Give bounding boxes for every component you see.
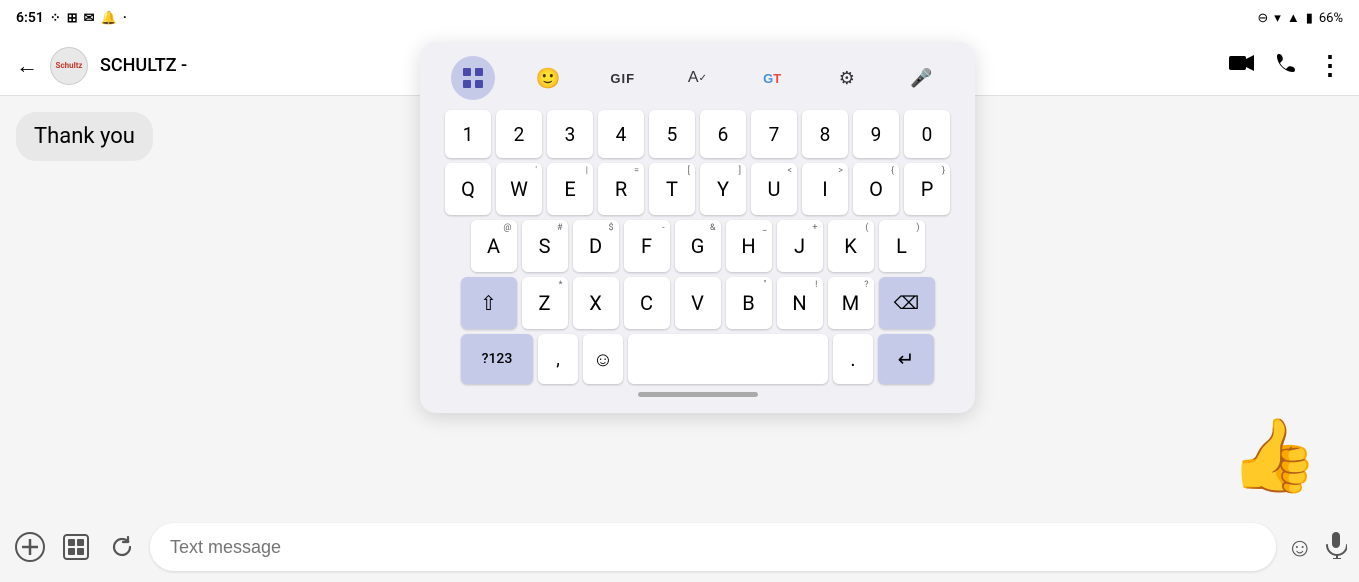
- keyboard-tool-settings[interactable]: ⚙: [825, 56, 869, 100]
- key-P[interactable]: P}: [904, 163, 950, 215]
- message-input[interactable]: [150, 523, 1276, 571]
- voice-input-button[interactable]: [1325, 531, 1347, 563]
- key-Q[interactable]: Q: [445, 163, 491, 215]
- key-A[interactable]: A@: [471, 220, 517, 272]
- message-bubble-received: Thank you: [16, 112, 153, 161]
- add-attachment-button[interactable]: [12, 529, 48, 565]
- keyboard-tool-gif[interactable]: GIF: [601, 56, 645, 100]
- key-H[interactable]: H_: [726, 220, 772, 272]
- key-9[interactable]: 9: [853, 110, 899, 158]
- key-Z[interactable]: Z*: [522, 277, 568, 329]
- key-1[interactable]: 1: [445, 110, 491, 158]
- key-2[interactable]: 2: [496, 110, 542, 158]
- key-emoji[interactable]: ☺: [583, 334, 623, 384]
- key-M[interactable]: M?: [828, 277, 874, 329]
- emoji-picker-button[interactable]: ☺: [1286, 532, 1313, 563]
- key-period[interactable]: .: [833, 334, 873, 384]
- keyboard-tool-translate[interactable]: GT: [750, 56, 794, 100]
- contact-name: SCHULTZ -: [100, 55, 187, 76]
- contact-avatar: Schultz: [50, 47, 88, 85]
- key-U[interactable]: U<: [751, 163, 797, 215]
- keyboard-qwerty-row: Q W' E| R= T[ Y] U< I> O{ P}: [428, 163, 967, 215]
- key-7[interactable]: 7: [751, 110, 797, 158]
- dot-icon: ·: [123, 10, 127, 26]
- key-D[interactable]: D$: [573, 220, 619, 272]
- dnd-icon: ⊖: [1257, 11, 1268, 26]
- thumbs-up-emoji: 👍: [1229, 420, 1319, 492]
- keyboard-tool-sticker[interactable]: 🙂: [526, 56, 570, 100]
- keyboard-toolbar: 🙂 GIF A✓ GT ⚙ 🎤: [428, 52, 967, 110]
- key-5[interactable]: 5: [649, 110, 695, 158]
- key-F[interactable]: F-: [624, 220, 670, 272]
- key-O[interactable]: O{: [853, 163, 899, 215]
- wifi-icon: ▾: [1274, 11, 1281, 26]
- refresh-button[interactable]: [104, 529, 140, 565]
- phone-call-button[interactable]: [1275, 52, 1297, 79]
- key-G[interactable]: G&: [675, 220, 721, 272]
- key-3[interactable]: 3: [547, 110, 593, 158]
- status-time: 6:51 ⁘ ⊞ ✉ 🔔 ·: [16, 10, 127, 26]
- keyboard-tool-mic[interactable]: 🎤: [900, 56, 944, 100]
- keyboard-overlay: 🙂 GIF A✓ GT ⚙ 🎤 1 2 3 4 5 6 7 8 9 0 Q W'…: [420, 42, 975, 413]
- keyboard-tool-spell[interactable]: A✓: [675, 56, 719, 100]
- key-I[interactable]: I>: [802, 163, 848, 215]
- keyboard-asdf-row: A@ S# D$ F- G& H_ J+ K( L): [428, 220, 967, 272]
- key-Y[interactable]: Y]: [700, 163, 746, 215]
- input-right-icons: ☺: [1286, 531, 1347, 563]
- battery-percent: 66%: [1319, 11, 1343, 26]
- keyboard-handle: [428, 392, 967, 397]
- input-bar: ☺: [0, 512, 1359, 582]
- keyboard-bottom-row: ?123 , ☺ . ↵: [428, 334, 967, 384]
- more-options-button[interactable]: ⋮: [1317, 51, 1343, 81]
- key-enter[interactable]: ↵: [878, 334, 934, 384]
- keyboard-zxcv-row: ⇧ Z* X C V B" N! M? ⌫: [428, 277, 967, 329]
- key-T[interactable]: T[: [649, 163, 695, 215]
- keyboard-tool-emoji-grid[interactable]: [451, 56, 495, 100]
- back-button[interactable]: ←: [16, 53, 38, 79]
- key-L[interactable]: L): [879, 220, 925, 272]
- key-space[interactable]: [628, 334, 828, 384]
- status-icons: ⊖ ▾ ▲ ▮ 66%: [1257, 10, 1343, 26]
- key-symbols[interactable]: ?123: [461, 334, 533, 384]
- msg-icon: ✉: [84, 11, 95, 26]
- signal-icon: ⁘: [50, 11, 61, 26]
- app-bar-actions: ⋮: [1229, 51, 1343, 81]
- key-R[interactable]: R=: [598, 163, 644, 215]
- key-V[interactable]: V: [675, 277, 721, 329]
- video-call-button[interactable]: [1229, 53, 1255, 78]
- key-C[interactable]: C: [624, 277, 670, 329]
- key-J[interactable]: J+: [777, 220, 823, 272]
- key-K[interactable]: K(: [828, 220, 874, 272]
- time-display: 6:51: [16, 10, 44, 26]
- key-6[interactable]: 6: [700, 110, 746, 158]
- key-comma[interactable]: ,: [538, 334, 578, 384]
- key-N[interactable]: N!: [777, 277, 823, 329]
- status-bar: 6:51 ⁘ ⊞ ✉ 🔔 · ⊖ ▾ ▲ ▮ 66%: [0, 0, 1359, 36]
- key-X[interactable]: X: [573, 277, 619, 329]
- app-bar-left: ← Schultz SCHULTZ -: [16, 47, 187, 85]
- battery-icon: ▮: [1306, 11, 1313, 26]
- grid-icon: ⊞: [67, 11, 78, 26]
- key-B[interactable]: B": [726, 277, 772, 329]
- keyboard-handle-bar: [638, 392, 758, 397]
- message-text: Thank you: [34, 124, 135, 149]
- keyboard-number-row: 1 2 3 4 5 6 7 8 9 0: [428, 110, 967, 158]
- key-4[interactable]: 4: [598, 110, 644, 158]
- key-E[interactable]: E|: [547, 163, 593, 215]
- signal-bars-icon: ▲: [1287, 10, 1300, 26]
- key-S[interactable]: S#: [522, 220, 568, 272]
- contact-logo-text: Schultz: [56, 61, 83, 70]
- gallery-button[interactable]: [58, 529, 94, 565]
- key-8[interactable]: 8: [802, 110, 848, 158]
- key-shift[interactable]: ⇧: [461, 277, 517, 329]
- key-0[interactable]: 0: [904, 110, 950, 158]
- key-backspace[interactable]: ⌫: [879, 277, 935, 329]
- key-W[interactable]: W': [496, 163, 542, 215]
- notif-icon: 🔔: [101, 11, 117, 26]
